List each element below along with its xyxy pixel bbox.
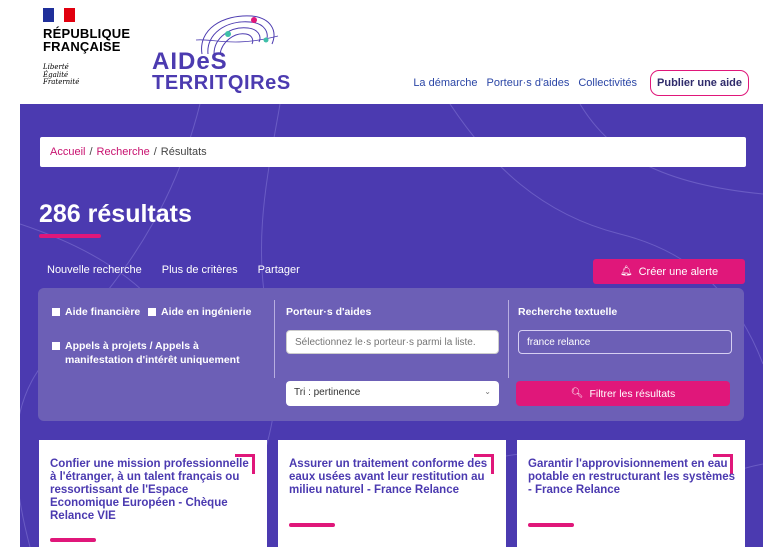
logo-word-territoires: TERRITQIReS (152, 72, 291, 94)
nav-porteurs-aides[interactable]: Porteur·s d'aides (487, 77, 570, 89)
more-criteria-link[interactable]: Plus de critères (162, 264, 238, 276)
marianne-flag-icon (43, 8, 76, 22)
create-alert-label: Créer une alerte (638, 265, 719, 278)
porteurs-input[interactable] (286, 330, 499, 354)
create-alert-button[interactable]: 🔔︎ Créer une alerte (593, 259, 745, 284)
column-divider (274, 300, 275, 378)
search-results-hero: Accueil / Recherche / Résultats 286 résultat… (20, 104, 763, 547)
filter-aide-ingenierie[interactable]: Aide en ingénierie (148, 305, 251, 319)
share-link[interactable]: Partager (258, 264, 300, 276)
site-header: RÉPUBLIQUE FRANÇAISE Liberté Égalité Fra… (0, 0, 763, 104)
publish-aid-button[interactable]: Publier une aide (650, 70, 749, 96)
filter-aide-ingenierie-label: Aide en ingénierie (161, 306, 252, 318)
sort-select[interactable]: Tri : pertinence ⌄ (286, 381, 499, 406)
checkbox-icon[interactable] (52, 308, 60, 316)
filter-appels-projets[interactable]: Appels à projets / Appels à manifestatio… (52, 339, 252, 367)
search-actions: Nouvelle recherche Plus de critères Part… (47, 264, 320, 276)
filter-results-button[interactable]: 🔍︎ Filtrer les résultats (516, 381, 730, 406)
result-card[interactable]: Confier une mission professionnelle à l'… (39, 440, 267, 547)
republique-motto: Liberté Égalité Fraternité (43, 63, 80, 86)
sort-select-value: Tri : pertinence (294, 387, 361, 398)
breadcrumb-search[interactable]: Recherche (97, 146, 150, 158)
chevron-updown-icon: ⌄ (484, 387, 491, 396)
filter-aide-financiere[interactable]: Aide financière (52, 305, 140, 319)
nav-collectivites[interactable]: Collectivités (578, 77, 637, 89)
republique-francaise-title: RÉPUBLIQUE FRANÇAISE (43, 26, 131, 54)
card-underline (289, 523, 335, 527)
title-underline (39, 234, 101, 238)
new-search-link[interactable]: Nouvelle recherche (47, 264, 142, 276)
breadcrumb-home[interactable]: Accueil (50, 146, 85, 158)
nav-la-demarche[interactable]: La démarche (413, 77, 477, 89)
card-underline (50, 538, 96, 542)
filter-results-label: Filtrer les résultats (589, 387, 676, 400)
column-divider (508, 300, 509, 378)
breadcrumb-separator: / (153, 146, 157, 158)
aides-territoires-logo[interactable]: AIDeS TERRITQIReS (152, 10, 292, 94)
card-underline (528, 523, 574, 527)
main-nav: La démarche Porteur·s d'aides Collectivi… (413, 70, 749, 96)
porteurs-label: Porteur·s d'aides (286, 306, 372, 318)
breadcrumb: Accueil / Recherche / Résultats (40, 137, 746, 167)
filter-aide-financiere-label: Aide financière (65, 306, 141, 318)
breadcrumb-current: Résultats (160, 146, 207, 158)
result-card[interactable]: Assurer un traitement conforme des eaux … (278, 440, 506, 547)
result-card-title[interactable]: Assurer un traitement conforme des eaux … (289, 458, 497, 497)
result-card-title[interactable]: Garantir l'approvisionnement en eau pota… (528, 458, 736, 497)
checkbox-icon[interactable] (52, 342, 60, 350)
filters-panel: Aide financière Aide en ingénierie Appel… (38, 288, 744, 421)
result-card-title[interactable]: Confier une mission professionnelle à l'… (50, 458, 258, 523)
breadcrumb-separator: / (89, 146, 93, 158)
results-count-title: 286 résultats (39, 200, 192, 228)
filter-appels-projets-label: Appels à projets / Appels à manifestatio… (65, 340, 240, 366)
search-icon: 🔍︎ (570, 388, 584, 399)
bell-icon: 🔔︎ (619, 266, 633, 277)
text-search-input[interactable]: france relance (518, 330, 732, 354)
checkbox-icon[interactable] (148, 308, 156, 316)
result-card[interactable]: Garantir l'approvisionnement en eau pota… (517, 440, 745, 547)
text-search-label: Recherche textuelle (518, 306, 618, 318)
